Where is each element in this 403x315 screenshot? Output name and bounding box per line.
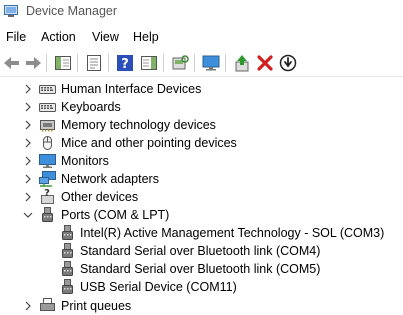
- chevron-right-icon[interactable]: [22, 136, 34, 150]
- tree-item-port-device[interactable]: Standard Serial over Bluetooth link (COM…: [0, 260, 403, 278]
- tree-item-keyboards[interactable]: Keyboards: [0, 98, 403, 116]
- device-manager-icon: [4, 5, 18, 18]
- tree-item-label: Standard Serial over Bluetooth link (COM…: [80, 262, 321, 276]
- port-icon: [59, 279, 76, 295]
- menu-bar: File Action View Help: [0, 28, 403, 48]
- toolbar-separator: [225, 54, 226, 72]
- tree-item-ports[interactable]: Ports (COM & LPT): [0, 206, 403, 224]
- disable-device-icon[interactable]: [278, 53, 298, 73]
- svg-text:?: ?: [44, 189, 50, 199]
- tree-item-monitors[interactable]: Monitors: [0, 152, 403, 170]
- tree-item-port-device[interactable]: Standard Serial over Bluetooth link (COM…: [0, 242, 403, 260]
- tree-item-label: Monitors: [61, 154, 109, 168]
- title-bar: Device Manager: [0, 0, 403, 25]
- action-pane-icon[interactable]: [139, 53, 159, 73]
- keyboard-icon: [39, 99, 56, 115]
- chevron-right-icon[interactable]: [22, 82, 34, 96]
- uninstall-icon[interactable]: [255, 53, 275, 73]
- chevron-down-icon[interactable]: [22, 208, 34, 222]
- chevron-right-icon[interactable]: [22, 154, 34, 168]
- printer-icon: [39, 298, 56, 314]
- tree-item-label: Ports (COM & LPT): [61, 208, 170, 222]
- tree-item-label: Keyboards: [61, 100, 121, 114]
- tree-item-other-devices[interactable]: ? Other devices: [0, 188, 403, 206]
- port-icon: [59, 243, 76, 259]
- tree-item-port-device[interactable]: Intel(R) Active Management Technology - …: [0, 224, 403, 242]
- show-hide-console-tree-icon[interactable]: [53, 53, 73, 73]
- memory-icon: [39, 117, 56, 133]
- help-icon[interactable]: ?: [115, 53, 135, 73]
- tree-item-label: Memory technology devices: [61, 118, 216, 132]
- toolbar: ?: [0, 50, 403, 77]
- tree-item-label: Other devices: [61, 190, 139, 204]
- toolbar-separator: [194, 54, 195, 72]
- tree-item-port-device[interactable]: USB Serial Device (COM11): [0, 278, 403, 296]
- toolbar-separator: [108, 54, 109, 72]
- menu-help[interactable]: Help: [133, 30, 159, 44]
- port-icon: [39, 207, 56, 223]
- menu-view[interactable]: View: [92, 30, 119, 44]
- toolbar-separator: [46, 54, 47, 72]
- tree-item-label: Intel(R) Active Management Technology - …: [80, 226, 385, 240]
- network-icon: [39, 171, 56, 187]
- forward-icon[interactable]: [23, 53, 43, 73]
- tree-item-label: Human Interface Devices: [61, 82, 202, 96]
- port-icon: [59, 225, 76, 241]
- chevron-right-icon[interactable]: [22, 100, 34, 114]
- menu-action[interactable]: Action: [41, 30, 76, 44]
- toolbar-separator: [77, 54, 78, 72]
- tree-item-human-interface-devices[interactable]: Human Interface Devices: [0, 80, 403, 98]
- window-title: Device Manager: [26, 4, 118, 18]
- keyboard-icon: [39, 81, 56, 97]
- svg-text:?: ?: [121, 57, 129, 72]
- tree-item-print-queues[interactable]: Print queues: [0, 297, 403, 315]
- scan-hardware-icon[interactable]: [170, 53, 190, 73]
- unknown-device-icon: ?: [39, 189, 56, 205]
- chevron-right-icon[interactable]: [22, 172, 34, 186]
- monitor-icon: [39, 153, 56, 169]
- back-icon[interactable]: [2, 53, 22, 73]
- tree-item-network-adapters[interactable]: Network adapters: [0, 170, 403, 188]
- chevron-right-icon[interactable]: [22, 118, 34, 132]
- tree-item-label: USB Serial Device (COM11): [80, 280, 237, 294]
- toolbar-separator: [163, 54, 164, 72]
- menu-file[interactable]: File: [6, 30, 26, 44]
- tree-item-label: Print queues: [61, 299, 132, 313]
- tree-item-label: Standard Serial over Bluetooth link (COM…: [80, 244, 321, 258]
- chevron-right-icon[interactable]: [22, 299, 34, 313]
- update-driver-icon[interactable]: [232, 53, 252, 73]
- tree-item-label: Network adapters: [61, 172, 159, 186]
- chevron-right-icon[interactable]: [22, 190, 34, 204]
- mouse-icon: [39, 135, 56, 151]
- port-icon: [59, 261, 76, 277]
- properties-icon[interactable]: [84, 53, 104, 73]
- tree-item-mice[interactable]: Mice and other pointing devices: [0, 134, 403, 152]
- tree-item-label: Mice and other pointing devices: [61, 136, 237, 150]
- monitor-icon[interactable]: [201, 53, 221, 73]
- tree-item-memory-technology-devices[interactable]: Memory technology devices: [0, 116, 403, 134]
